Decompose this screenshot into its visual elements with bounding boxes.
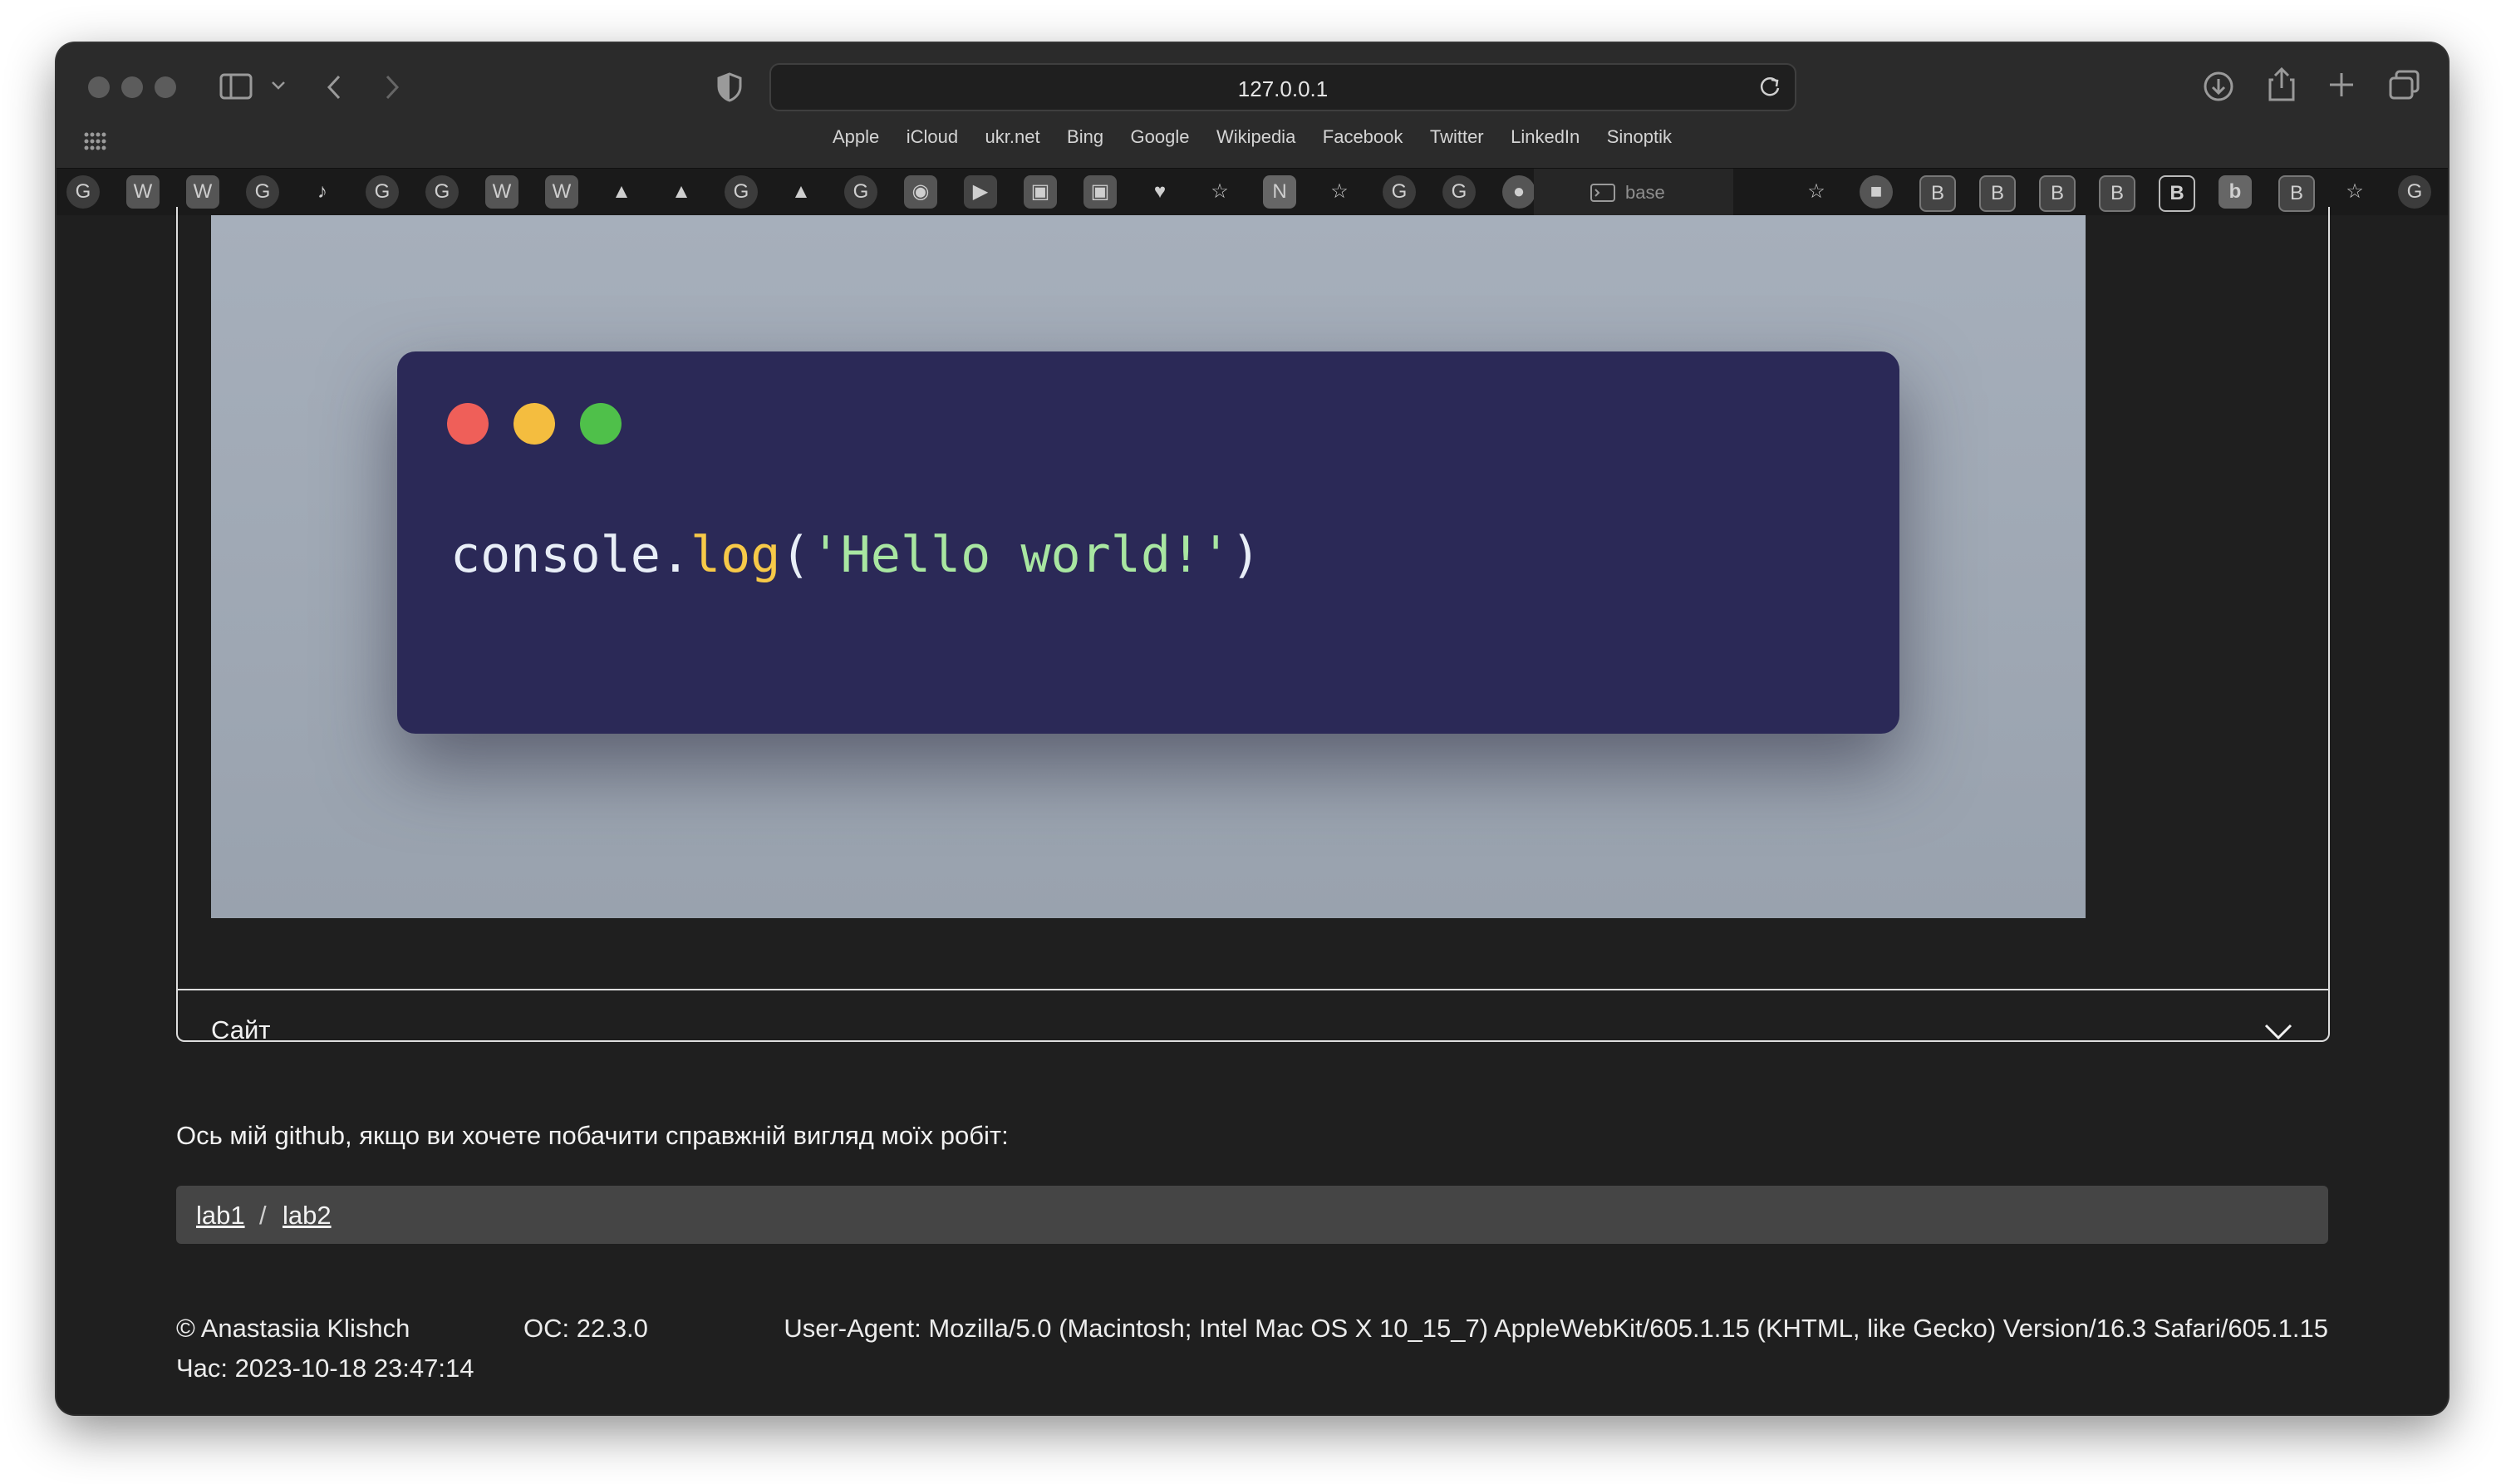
pinned-tab-google-icon[interactable]: G	[844, 175, 877, 209]
new-tab-icon[interactable]	[2327, 70, 2356, 100]
pinned-tab-drive-icon[interactable]: ▲	[605, 175, 638, 209]
reload-icon[interactable]	[1758, 75, 1781, 98]
pinned-tab-b-icon[interactable]: b	[2219, 175, 2252, 209]
bookmark-twitter[interactable]: Twitter	[1430, 126, 1484, 148]
github-intro: Ось мій github, якщо ви хочете побачити …	[176, 1121, 1009, 1150]
back-icon[interactable]	[324, 73, 344, 101]
shield-icon[interactable]	[716, 71, 743, 103]
close-window-button[interactable]	[88, 76, 110, 98]
breadcrumb: lab1 / lab2	[176, 1186, 2328, 1244]
bookmark-linkedin[interactable]: LinkedIn	[1511, 126, 1580, 148]
pinned-tab-star-icon[interactable]: ☆	[1203, 175, 1236, 209]
chevron-down-icon[interactable]	[2263, 1022, 2293, 1042]
green-dot-icon	[580, 403, 622, 445]
downloads-icon[interactable]	[2202, 70, 2235, 103]
address-bar[interactable]: 127.0.0.1	[769, 63, 1796, 111]
pinned-tab-video-icon[interactable]: ▶	[964, 175, 997, 209]
minimize-window-button[interactable]	[121, 76, 143, 98]
pinned-tab-heart-icon[interactable]: ♥	[1143, 175, 1177, 209]
pinned-tab-google-icon[interactable]: G	[246, 175, 279, 209]
page-content: console.log('Hello world!') Сайт Ось мій…	[57, 207, 2448, 1414]
favorites-bar: Apple iCloud ukr.net Bing Google Wikiped…	[57, 126, 2448, 148]
pinned-tab-star-icon[interactable]: ☆	[1323, 175, 1356, 209]
chevron-down-icon[interactable]	[271, 80, 286, 91]
pinned-tab-person-icon[interactable]: ▣	[1083, 175, 1117, 209]
breadcrumb-link-lab1[interactable]: lab1	[196, 1201, 245, 1231]
pinned-tab-wiki-icon[interactable]: W	[485, 175, 518, 209]
accordion-header-label: Сайт	[211, 1015, 271, 1044]
active-tab-content[interactable]: base	[1590, 180, 1773, 205]
code-object: console	[450, 526, 661, 584]
breadcrumb-separator: /	[259, 1201, 267, 1230]
pinned-tab-drive-icon[interactable]: ▲	[665, 175, 698, 209]
code-card: console.log('Hello world!')	[397, 351, 1899, 734]
bookmark-apple[interactable]: Apple	[833, 126, 879, 148]
pinned-tab-google-icon[interactable]: G	[2398, 175, 2431, 209]
bookmark-ukr-net[interactable]: ukr.net	[985, 126, 1040, 148]
bookmark-icloud[interactable]: iCloud	[907, 126, 958, 148]
bookmark-facebook[interactable]: Facebook	[1323, 126, 1403, 148]
breadcrumb-link-lab2[interactable]: lab2	[283, 1201, 332, 1231]
pinned-tab-google-icon[interactable]: G	[725, 175, 758, 209]
pinned-tab-google-icon[interactable]: G	[1383, 175, 1416, 209]
pinned-tab-github-icon[interactable]: ●	[1502, 175, 1536, 209]
browser-window: 127.0.0.1 Apple iCloud ukr.net Bing Goog…	[57, 43, 2448, 1414]
pinned-tab-photo-icon[interactable]: ▣	[1024, 175, 1057, 209]
red-dot-icon	[447, 403, 489, 445]
yellow-dot-icon	[513, 403, 555, 445]
bookmark-sinoptik[interactable]: Sinoptik	[1607, 126, 1672, 148]
accordion-header-site[interactable]: Сайт	[176, 990, 2328, 1077]
pinned-tab-google-icon[interactable]: G	[66, 175, 100, 209]
pinned-tab-drive-icon[interactable]: ▲	[784, 175, 818, 209]
share-icon[interactable]	[2267, 66, 2297, 101]
url-text: 127.0.0.1	[1237, 76, 1329, 101]
pinned-tab-notion-icon[interactable]: N	[1263, 175, 1296, 209]
code-open-paren: (	[780, 526, 811, 584]
code-dot: .	[660, 526, 690, 584]
pinned-tab-wiki-icon[interactable]: W	[126, 175, 160, 209]
footer-user-agent: User-Agent: Mozilla/5.0 (Macintosh; Inte…	[784, 1314, 2328, 1343]
code-string: 'Hello world!'	[810, 526, 1231, 584]
bookmark-wikipedia[interactable]: Wikipedia	[1216, 126, 1295, 148]
pinned-tab-wiki-icon[interactable]: W	[186, 175, 219, 209]
forward-icon[interactable]	[382, 73, 402, 101]
code-close-paren: )	[1231, 526, 1261, 584]
code-preview-image: console.log('Hello world!')	[211, 215, 2086, 918]
pinned-tab-star-icon[interactable]: ☆	[2338, 175, 2371, 209]
code-line: console.log('Hello world!')	[450, 526, 1260, 584]
pinned-tab-google-icon[interactable]: G	[425, 175, 459, 209]
pinned-tab-star-icon[interactable]: ☆	[1800, 175, 1833, 209]
zoom-window-button[interactable]	[155, 76, 176, 98]
tab-overview-icon[interactable]	[2388, 70, 2421, 101]
title-bar: 127.0.0.1 Apple iCloud ukr.net Bing Goog…	[57, 43, 2448, 168]
bookmark-bing[interactable]: Bing	[1067, 126, 1103, 148]
pinned-tab-app-icon[interactable]: ◉	[904, 175, 937, 209]
pinned-tab-google-icon[interactable]: G	[366, 175, 399, 209]
pinned-tab-tiktok-icon[interactable]: ♪	[306, 175, 339, 209]
pinned-tab-google-icon[interactable]: G	[1442, 175, 1476, 209]
bookmark-google[interactable]: Google	[1131, 126, 1190, 148]
footer-copyright: © Anastasiia Klishch	[176, 1314, 410, 1343]
pinned-tab-wiki-icon[interactable]: W	[545, 175, 578, 209]
sidebar-toggle-icon[interactable]	[219, 73, 253, 100]
code-method: log	[690, 526, 781, 584]
terminal-icon	[1590, 184, 1615, 202]
footer-time: Час: 2023-10-18 23:47:14	[176, 1354, 474, 1383]
footer-os: ОС: 22.3.0	[523, 1314, 648, 1343]
pinned-tab-meet-icon[interactable]: ■	[1860, 175, 1893, 209]
active-tab-label: base	[1625, 182, 1665, 203]
